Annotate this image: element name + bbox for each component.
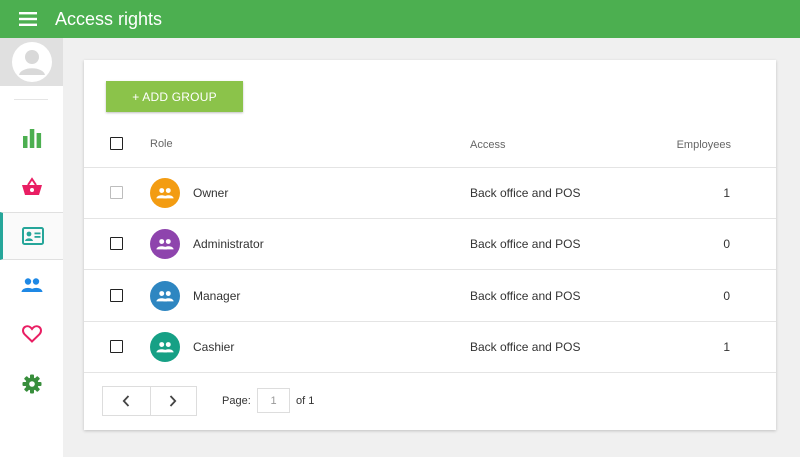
next-page-button[interactable] bbox=[149, 387, 197, 415]
page-title: Access rights bbox=[55, 8, 163, 29]
chevron-left-icon bbox=[122, 395, 130, 407]
column-header-role: Role bbox=[150, 138, 173, 150]
role-name: Administrator bbox=[193, 237, 264, 251]
bar-chart-icon bbox=[22, 129, 41, 148]
access-value: Back office and POS bbox=[470, 237, 581, 251]
select-all-checkbox[interactable] bbox=[110, 137, 123, 150]
heart-icon bbox=[21, 325, 42, 343]
row-checkbox[interactable] bbox=[110, 237, 123, 250]
sidebar-item-items[interactable] bbox=[0, 163, 63, 211]
id-card-icon bbox=[22, 227, 44, 245]
employee-count: 0 bbox=[723, 289, 730, 303]
role-name: Manager bbox=[193, 289, 241, 303]
avatar[interactable] bbox=[0, 38, 63, 86]
employee-count: 0 bbox=[723, 237, 730, 251]
role-icon bbox=[150, 332, 180, 362]
role-name: Owner bbox=[193, 186, 229, 200]
table-row[interactable]: Administrator Back office and POS 0 bbox=[84, 219, 776, 270]
group-icon bbox=[156, 188, 174, 199]
group-icon bbox=[156, 291, 174, 302]
sidebar-item-settings[interactable] bbox=[0, 360, 63, 408]
table-row[interactable]: Manager Back office and POS 0 bbox=[84, 270, 776, 322]
access-value: Back office and POS bbox=[470, 340, 581, 354]
table-header: Role Access Employees bbox=[84, 123, 776, 168]
user-avatar-icon bbox=[11, 42, 52, 82]
column-header-employees: Employees bbox=[676, 139, 731, 151]
sidebar-item-employees[interactable] bbox=[0, 212, 63, 260]
column-header-access: Access bbox=[470, 139, 506, 151]
role-icon bbox=[150, 178, 180, 208]
employee-count: 1 bbox=[723, 340, 730, 354]
table-row[interactable]: Cashier Back office and POS 1 bbox=[84, 322, 776, 373]
sidebar bbox=[0, 38, 63, 457]
page-count-label: of 1 bbox=[296, 395, 315, 407]
row-checkbox[interactable] bbox=[110, 340, 123, 353]
top-app-bar: Access rights bbox=[0, 0, 800, 38]
role-name: Cashier bbox=[193, 340, 235, 354]
employee-count: 1 bbox=[723, 186, 730, 200]
sidebar-divider bbox=[14, 99, 48, 100]
role-icon bbox=[150, 229, 180, 259]
gear-icon bbox=[22, 374, 41, 394]
role-icon bbox=[150, 281, 180, 311]
table-row[interactable]: Owner Back office and POS 1 bbox=[84, 168, 776, 219]
chevron-right-icon bbox=[170, 395, 177, 407]
hamburger-icon[interactable] bbox=[0, 0, 56, 38]
people-icon bbox=[21, 278, 42, 292]
prev-page-button[interactable] bbox=[103, 387, 150, 415]
sidebar-item-loyalty[interactable] bbox=[0, 310, 63, 358]
row-checkbox[interactable] bbox=[110, 289, 123, 302]
add-group-button[interactable]: + ADD GROUP bbox=[106, 81, 243, 112]
access-value: Back office and POS bbox=[470, 289, 581, 303]
sidebar-item-reports[interactable] bbox=[0, 114, 63, 162]
group-icon bbox=[156, 342, 174, 353]
group-icon bbox=[156, 239, 174, 250]
page-label: Page: bbox=[222, 395, 251, 407]
access-value: Back office and POS bbox=[470, 186, 581, 200]
pagination-controls bbox=[102, 386, 197, 416]
page-number-input[interactable] bbox=[257, 388, 290, 413]
row-checkbox bbox=[110, 186, 123, 199]
access-rights-card: + ADD GROUP Role Access Employees Owner … bbox=[84, 60, 776, 430]
basket-icon bbox=[21, 177, 42, 195]
sidebar-item-customers[interactable] bbox=[0, 261, 63, 309]
